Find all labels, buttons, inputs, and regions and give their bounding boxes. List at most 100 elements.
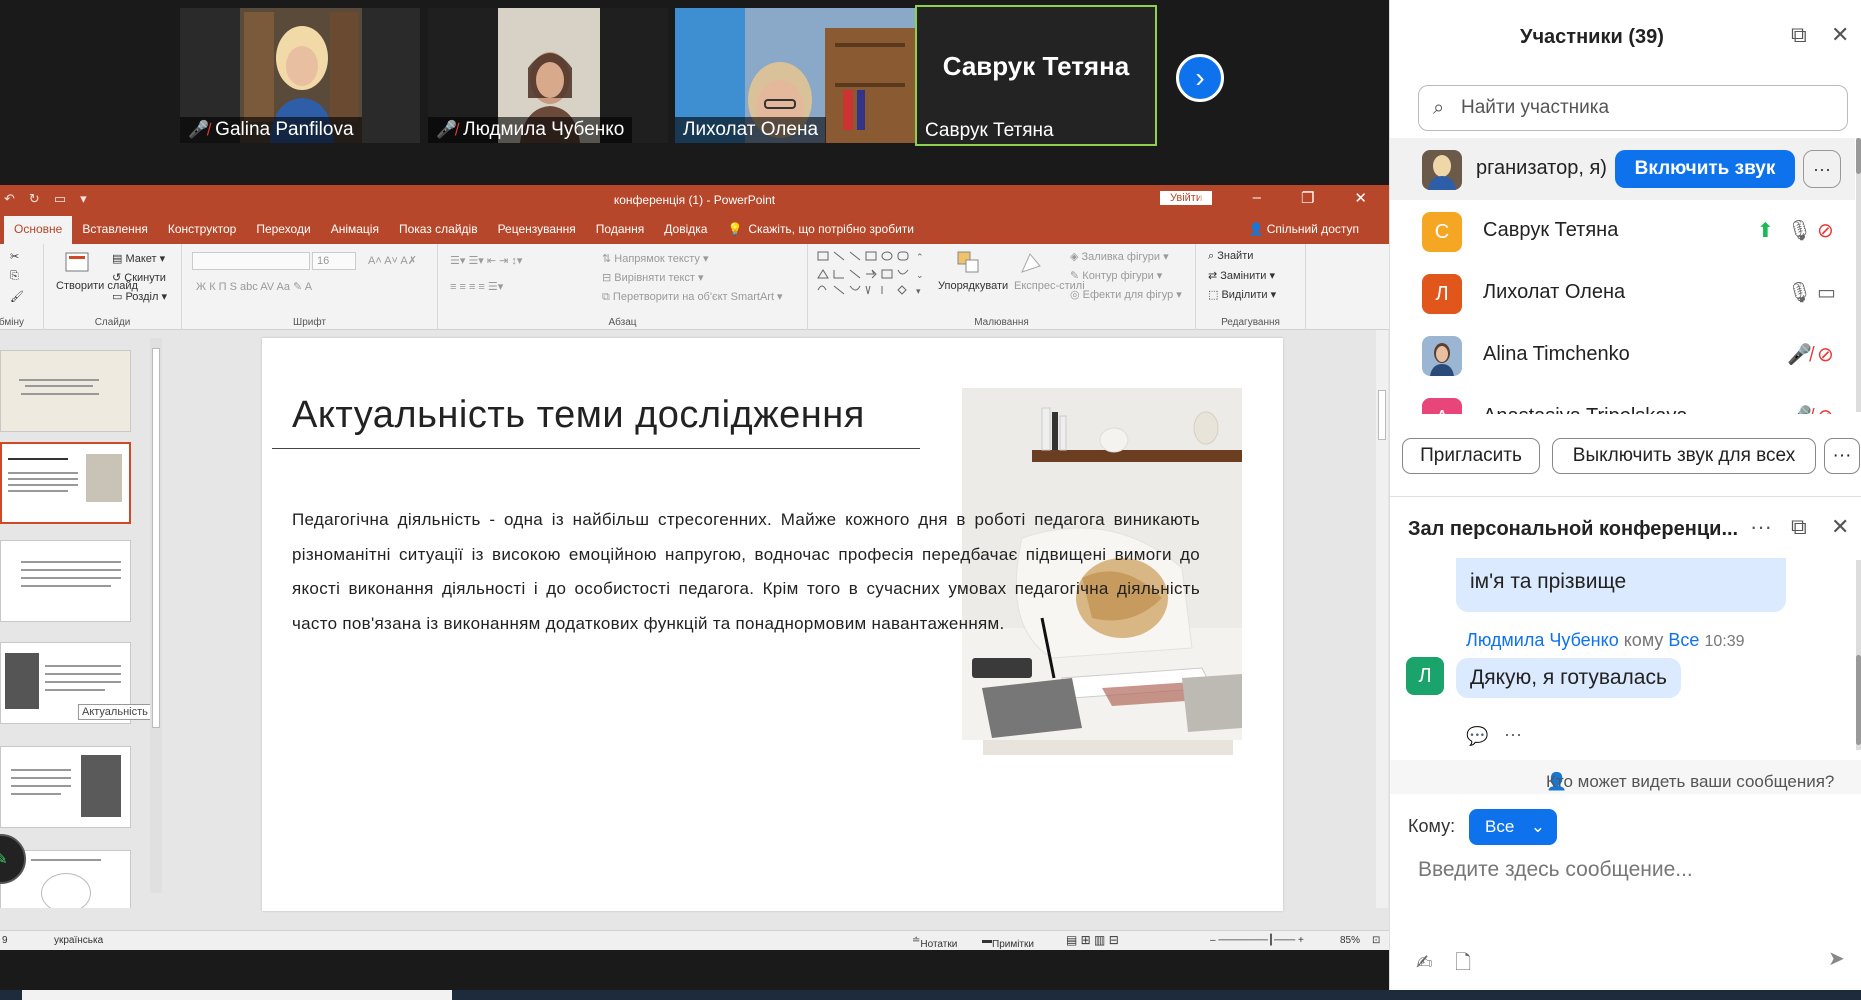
align-text-button[interactable]: ⊟ Вирівняти текст ▾ [602,271,704,284]
slide-scrollbar[interactable] [1376,330,1388,908]
ribbon-display-icon[interactable]: ▣ [1198,189,1212,207]
customize-icon[interactable]: ▾ [80,191,87,207]
cut-icon[interactable]: ✂ [10,250,19,263]
comments-button[interactable]: ▬ Примітки [982,935,1034,950]
copy-icon[interactable]: ⎘ [10,270,19,283]
shape-fill-button[interactable]: ◈ Заливка фігури ▾ [1070,250,1169,263]
select-button[interactable]: ⬚ Виділити ▾ [1208,288,1276,301]
redo-icon[interactable]: ↻ [29,191,40,207]
font-grow-icon[interactable]: A˄ A˅ A✗ [368,254,417,267]
find-button[interactable]: ⌕ Знайти [1208,250,1253,263]
tab-slideshow[interactable]: Показ слайдів [389,222,488,244]
popout-icon[interactable]: ⧉ [1791,22,1807,48]
font-style-icons[interactable]: Ж К П S abc AV Aa ✎ A [196,280,312,293]
participant-scrollbar[interactable] [1856,138,1861,412]
slideshow-icon[interactable]: ▭ [54,191,66,207]
ellipsis-icon[interactable]: ··· [1750,514,1772,540]
ribbon-tabs: Основне Вставлення Конструктор Переходи … [0,214,1389,244]
send-icon[interactable]: ➤ [1828,946,1845,971]
mute-all-button[interactable]: Выключить звук для всех [1552,438,1816,474]
participant-row[interactable]: А Anastasiya Tripolskaya 🎤̸ ⊘ [1390,386,1855,414]
message-visibility[interactable]: 👤 Кто может видеть ваши сообщения? [1390,760,1861,794]
message-input[interactable]: Введите здесь сообщение... [1418,858,1693,882]
smartart-button[interactable]: ⧉ Перетворити на об'єкт SmartArt ▾ [602,290,783,304]
video-tile[interactable]: 🎤̸ Людмила Чубенко [428,8,668,143]
tab-insert[interactable]: Вставлення [72,222,158,244]
slide-body-text[interactable]: Педагогічна діяльність - одна із найбіль… [292,503,1200,641]
slide-thumbnail[interactable] [0,350,131,432]
minimize-icon[interactable]: – [1253,189,1261,207]
undo-icon[interactable]: ↶ [4,191,15,207]
close-icon[interactable]: ✕ [1354,189,1367,207]
replace-button[interactable]: ⇄ Замінити ▾ [1208,269,1275,282]
arrange-button[interactable]: Упорядкувати [938,280,1008,292]
slide-thumbnail[interactable] [0,540,131,622]
participant-search-input[interactable]: ⌕ Найти участника [1418,85,1848,131]
format-icon[interactable]: ✍ [1416,952,1433,974]
font-name-field[interactable] [192,252,310,270]
chat-message: Дякую, я готувалась [1456,658,1681,698]
popout-icon[interactable]: ⧉ [1791,514,1807,540]
font-size-field[interactable]: 16 [312,252,356,270]
close-icon[interactable]: ✕ [1831,514,1849,540]
pen-icon: ✎ [0,851,8,868]
participant-row[interactable]: Alina Timchenko 🎤̸ ⊘ [1390,324,1855,386]
quick-styles-icon[interactable] [1018,250,1044,276]
view-buttons[interactable]: ▤ ⊞ ▥ ⊟ [1066,933,1119,947]
notes-button[interactable]: ≐ Нотатки [912,935,957,950]
zoom-level[interactable]: 85% [1340,935,1360,946]
slide-thumbnail[interactable] [0,746,131,828]
video-tile[interactable]: 🎤̸ Galina Panfilova [180,8,420,143]
format-painter-icon[interactable]: 🖌 [10,290,24,303]
share-screen-icon: ⬆ [1757,220,1774,242]
reset-button[interactable]: ↺ Скинути [112,271,166,284]
share-button[interactable]: 👤 Спільний доступ [1248,222,1359,236]
taskbar-search[interactable] [22,990,452,1000]
tab-review[interactable]: Рецензування [488,222,586,244]
participant-row[interactable]: рганизатор, я) Включить звук ··· [1390,138,1855,200]
fit-window-icon[interactable]: ⊡ [1372,935,1380,946]
slide-canvas[interactable]: Актуальність теми дослідження Педагогічн… [262,338,1283,911]
tab-animations[interactable]: Анімація [321,222,389,244]
thumbnails-scrollbar[interactable] [150,338,162,893]
select-label: Виділити [1221,289,1268,301]
tab-help[interactable]: Довідка [654,222,717,244]
next-page-button[interactable]: › [1176,54,1224,102]
list-icons[interactable]: ☰▾ ☰▾ ⇤ ⇥ ↕▾ [450,254,522,267]
shape-outline-button[interactable]: ✎ Контур фігури ▾ [1070,269,1162,282]
shapes-gallery[interactable]: ⌃ ⌄ ▾ [816,250,940,306]
shape-effects-button[interactable]: ◎ Ефекти для фігур ▾ [1070,288,1182,301]
tab-design[interactable]: Конструктор [158,222,246,244]
language[interactable]: українська [54,935,103,946]
maximize-icon[interactable]: ❐ [1301,189,1314,207]
zoom-slider[interactable]: – ───────┃─── + [1210,935,1304,946]
new-slide-icon[interactable] [64,250,90,276]
more-options-button[interactable]: ··· [1803,150,1841,188]
recipient-select[interactable]: Все ⌄ [1469,809,1557,845]
video-tile-active-speaker[interactable]: Саврук Тетяна Саврук Тетяна [915,5,1157,146]
tab-home[interactable]: Основне [4,216,73,244]
layout-button[interactable]: ▤ Макет ▾ [112,252,165,265]
quick-access-toolbar: ↶ ↻ ▭ ▾ [4,191,87,207]
video-tile[interactable]: Лихолат Олена [675,8,915,143]
participant-row[interactable]: Л Лихолат Олена 🎙 ▭ [1390,262,1855,324]
tell-me-search[interactable]: 💡 Скажіть, що потрібно зробити [717,222,924,244]
participant-row[interactable]: С Саврук Тетяна ⬆ 🎙 ⊘ [1390,200,1855,262]
slide-thumbnail-active[interactable] [0,442,131,524]
ellipsis-icon[interactable]: ··· [1504,724,1522,745]
chat-scrollbar[interactable] [1856,560,1861,750]
chat-sender[interactable]: Людмила Чубенко [1466,630,1619,650]
more-options-button[interactable]: ··· [1824,438,1860,474]
align-icons[interactable]: ≡ ≡ ≡ ≡ ☰▾ [450,280,503,293]
text-direction-button[interactable]: ⇅ Напрямок тексту ▾ [602,252,709,265]
reaction-icon[interactable]: 💬 [1466,726,1488,747]
tab-transitions[interactable]: Переходи [246,222,320,244]
file-icon[interactable]: 🗋 [1455,952,1471,974]
tab-view[interactable]: Подання [586,222,654,244]
close-icon[interactable]: ✕ [1831,22,1849,48]
unmute-button[interactable]: Включить звук [1615,150,1795,188]
section-button[interactable]: ▭ Розділ ▾ [112,290,167,303]
arrange-icon[interactable] [956,250,982,276]
invite-button[interactable]: Пригласить [1402,438,1540,474]
slide-title[interactable]: Актуальність теми дослідження [292,394,865,437]
